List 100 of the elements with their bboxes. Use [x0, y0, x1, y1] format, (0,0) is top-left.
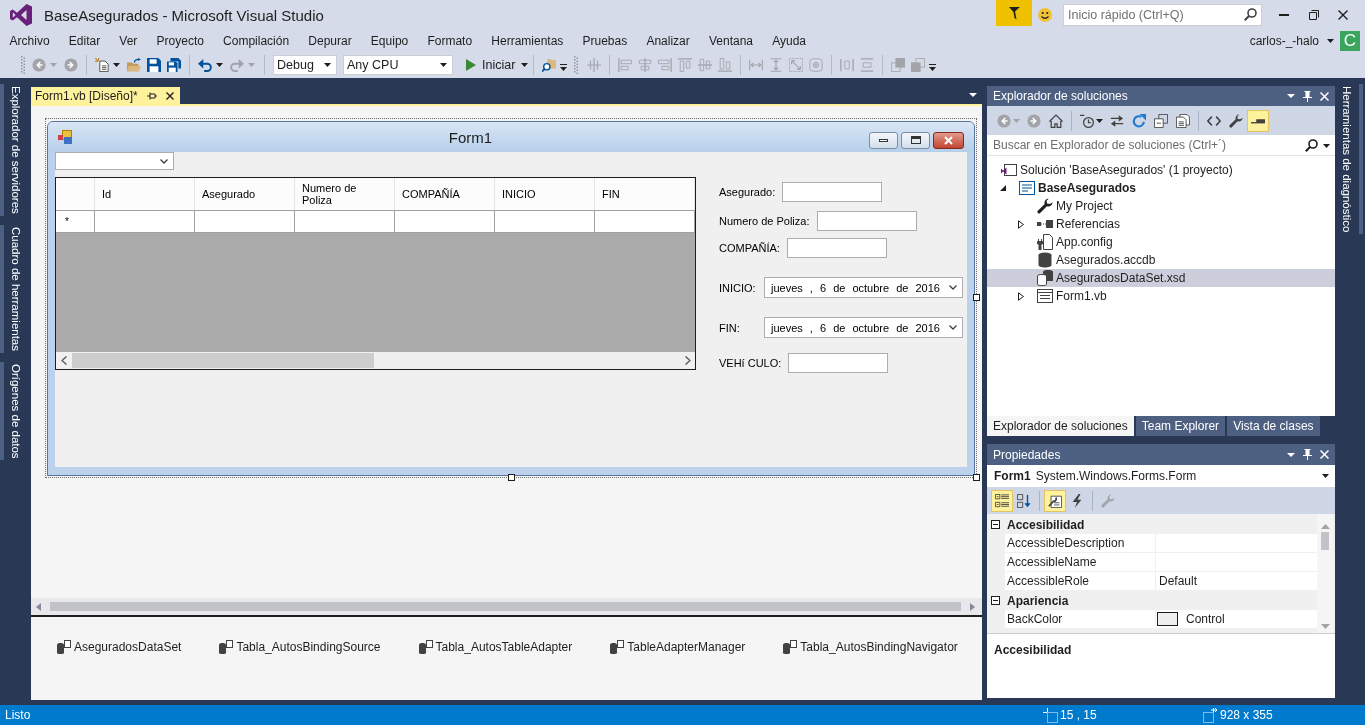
home-icon[interactable]: [1049, 113, 1063, 128]
menu-item[interactable]: Proyecto: [146, 33, 214, 48]
toolbar-dropdown[interactable]: Any CPU: [343, 54, 453, 75]
code-icon[interactable]: [1207, 113, 1221, 128]
maximize-button[interactable]: [901, 131, 930, 149]
tree-item[interactable]: Referencias: [987, 215, 1335, 233]
menu-item[interactable]: Ventana: [699, 33, 763, 48]
table-cell[interactable]: [195, 211, 295, 233]
column-header[interactable]: FIN: [595, 178, 695, 210]
caret-icon[interactable]: [440, 62, 447, 67]
date-picker[interactable]: jueves , 6 de octubre de 2016: [764, 277, 963, 298]
menu-item[interactable]: Pruebas: [572, 33, 637, 48]
menu-item[interactable]: Compilación: [213, 33, 299, 48]
caret-icon[interactable]: [521, 62, 529, 67]
close-button[interactable]: [933, 131, 964, 149]
caret-icon[interactable]: [1096, 118, 1103, 123]
column-header[interactable]: COMPAÑÍA: [395, 178, 495, 210]
table-cell[interactable]: [395, 211, 495, 233]
tray-component[interactable]: TableAdapterManager: [610, 640, 746, 654]
scroll-right-arrow-icon[interactable]: [970, 602, 975, 611]
collapsed-arrow-icon[interactable]: [1018, 291, 1024, 301]
search-icon[interactable]: [1305, 139, 1318, 152]
caret-icon[interactable]: [969, 93, 977, 97]
property-name[interactable]: AccessibleDescription: [1005, 534, 1156, 553]
table-cell[interactable]: [595, 211, 695, 233]
tree-item[interactable]: AseguradosDataSet.xsd: [987, 269, 1335, 287]
overflow-icon[interactable]: [929, 63, 937, 72]
open-folder-icon[interactable]: [127, 57, 141, 72]
collapse-all-icon[interactable]: [1154, 113, 1168, 128]
property-value[interactable]: Default: [1156, 572, 1317, 591]
collapse-box-icon[interactable]: [991, 520, 1000, 529]
preview-icon[interactable]: [1247, 109, 1269, 132]
text-field[interactable]: [782, 182, 883, 202]
overflow-icon[interactable]: [560, 63, 568, 72]
minimize-button[interactable]: [869, 131, 898, 149]
tree-item[interactable]: Form1.vb: [987, 287, 1335, 305]
menu-item[interactable]: Editar: [59, 33, 110, 48]
expanded-arrow-icon[interactable]: [1000, 185, 1006, 191]
column-header[interactable]: INICIO: [495, 178, 595, 210]
collapse-box-icon[interactable]: [991, 596, 1000, 605]
menu-item[interactable]: Formato: [417, 33, 482, 48]
wrench-icon[interactable]: [1229, 113, 1243, 128]
menu-item[interactable]: Ayuda: [762, 33, 816, 48]
table-cell[interactable]: [95, 211, 195, 233]
menu-item[interactable]: Herramientas: [481, 33, 573, 48]
caret-icon[interactable]: [324, 62, 331, 67]
grip-icon[interactable]: [21, 55, 25, 74]
tray-component[interactable]: Tabla_AutosBindingNavigator: [783, 640, 958, 654]
flag-icon[interactable]: [996, 0, 1032, 26]
clock-icon[interactable]: [1080, 113, 1094, 128]
scrollbar-thumb[interactable]: [50, 602, 961, 611]
close-icon[interactable]: [166, 91, 174, 100]
caret-icon[interactable]: [1327, 38, 1334, 43]
column-header[interactable]: Id: [95, 178, 195, 210]
collapsed-arrow-icon[interactable]: [1018, 219, 1024, 229]
tool-window-tab[interactable]: Herramientas de diagnóstico: [1337, 84, 1363, 235]
menu-item[interactable]: Archivo: [0, 33, 60, 48]
tray-component[interactable]: Tabla_AutosBindingSource: [219, 640, 381, 654]
table-cell[interactable]: [495, 211, 595, 233]
caret-icon[interactable]: [113, 62, 120, 67]
search-icon[interactable]: [1244, 8, 1257, 21]
caret-icon[interactable]: [1287, 94, 1295, 98]
undo-icon[interactable]: [198, 57, 212, 72]
caret-icon[interactable]: [1287, 452, 1295, 457]
toolbar-dropdown[interactable]: Debug: [273, 54, 337, 75]
save-icon[interactable]: [147, 57, 161, 72]
date-picker[interactable]: jueves , 6 de octubre de 2016: [764, 317, 963, 338]
quick-launch-field[interactable]: Inicio rápido (Ctrl+Q): [1063, 4, 1262, 26]
save-all-icon[interactable]: [167, 57, 181, 72]
new-document-icon[interactable]: [95, 57, 109, 72]
column-header[interactable]: Asegurado: [195, 178, 295, 210]
pin-icon[interactable]: [1303, 449, 1312, 460]
text-field[interactable]: [788, 353, 889, 373]
panel-tab[interactable]: Explorador de soluciones: [987, 416, 1134, 436]
caret-icon[interactable]: [1323, 144, 1330, 148]
scrollbar-thumb[interactable]: [1321, 532, 1329, 550]
panel-tab[interactable]: Vista de clases: [1227, 416, 1320, 436]
tree-item[interactable]: Solución 'BaseAsegurados' (1 proyecto): [987, 161, 1335, 179]
tool-window-tab[interactable]: Orígenes de datos: [0, 361, 23, 461]
property-name[interactable]: BackColor: [1005, 610, 1156, 629]
pin-icon[interactable]: [1303, 90, 1312, 102]
tree-item[interactable]: App.config: [987, 233, 1335, 251]
tool-window-tab[interactable]: Cuadro de herramientas: [0, 224, 23, 353]
scroll-left-arrow-icon[interactable]: [36, 602, 41, 611]
refresh-icon[interactable]: [1132, 113, 1146, 128]
text-field[interactable]: [816, 211, 917, 231]
tray-component[interactable]: Tabla_AutosTableAdapter: [418, 640, 573, 654]
start-button[interactable]: Iniciar: [466, 57, 529, 72]
property-category[interactable]: Apariencia: [987, 591, 1317, 610]
property-value[interactable]: Control: [1156, 610, 1317, 629]
tray-component[interactable]: AseguradosDataSet: [57, 640, 182, 654]
resize-handle-icon[interactable]: [973, 294, 980, 301]
document-tab[interactable]: Form1.vb [Diseño]*: [31, 87, 180, 104]
panel-tab[interactable]: Team Explorer: [1135, 416, 1226, 436]
documents-icon[interactable]: [1176, 113, 1190, 128]
property-category[interactable]: Accesibilidad: [987, 515, 1317, 534]
caret-icon[interactable]: [216, 62, 223, 67]
menu-item[interactable]: Depurar: [298, 33, 362, 48]
table-cell[interactable]: [295, 211, 395, 233]
sort-icon[interactable]: [1017, 493, 1031, 508]
